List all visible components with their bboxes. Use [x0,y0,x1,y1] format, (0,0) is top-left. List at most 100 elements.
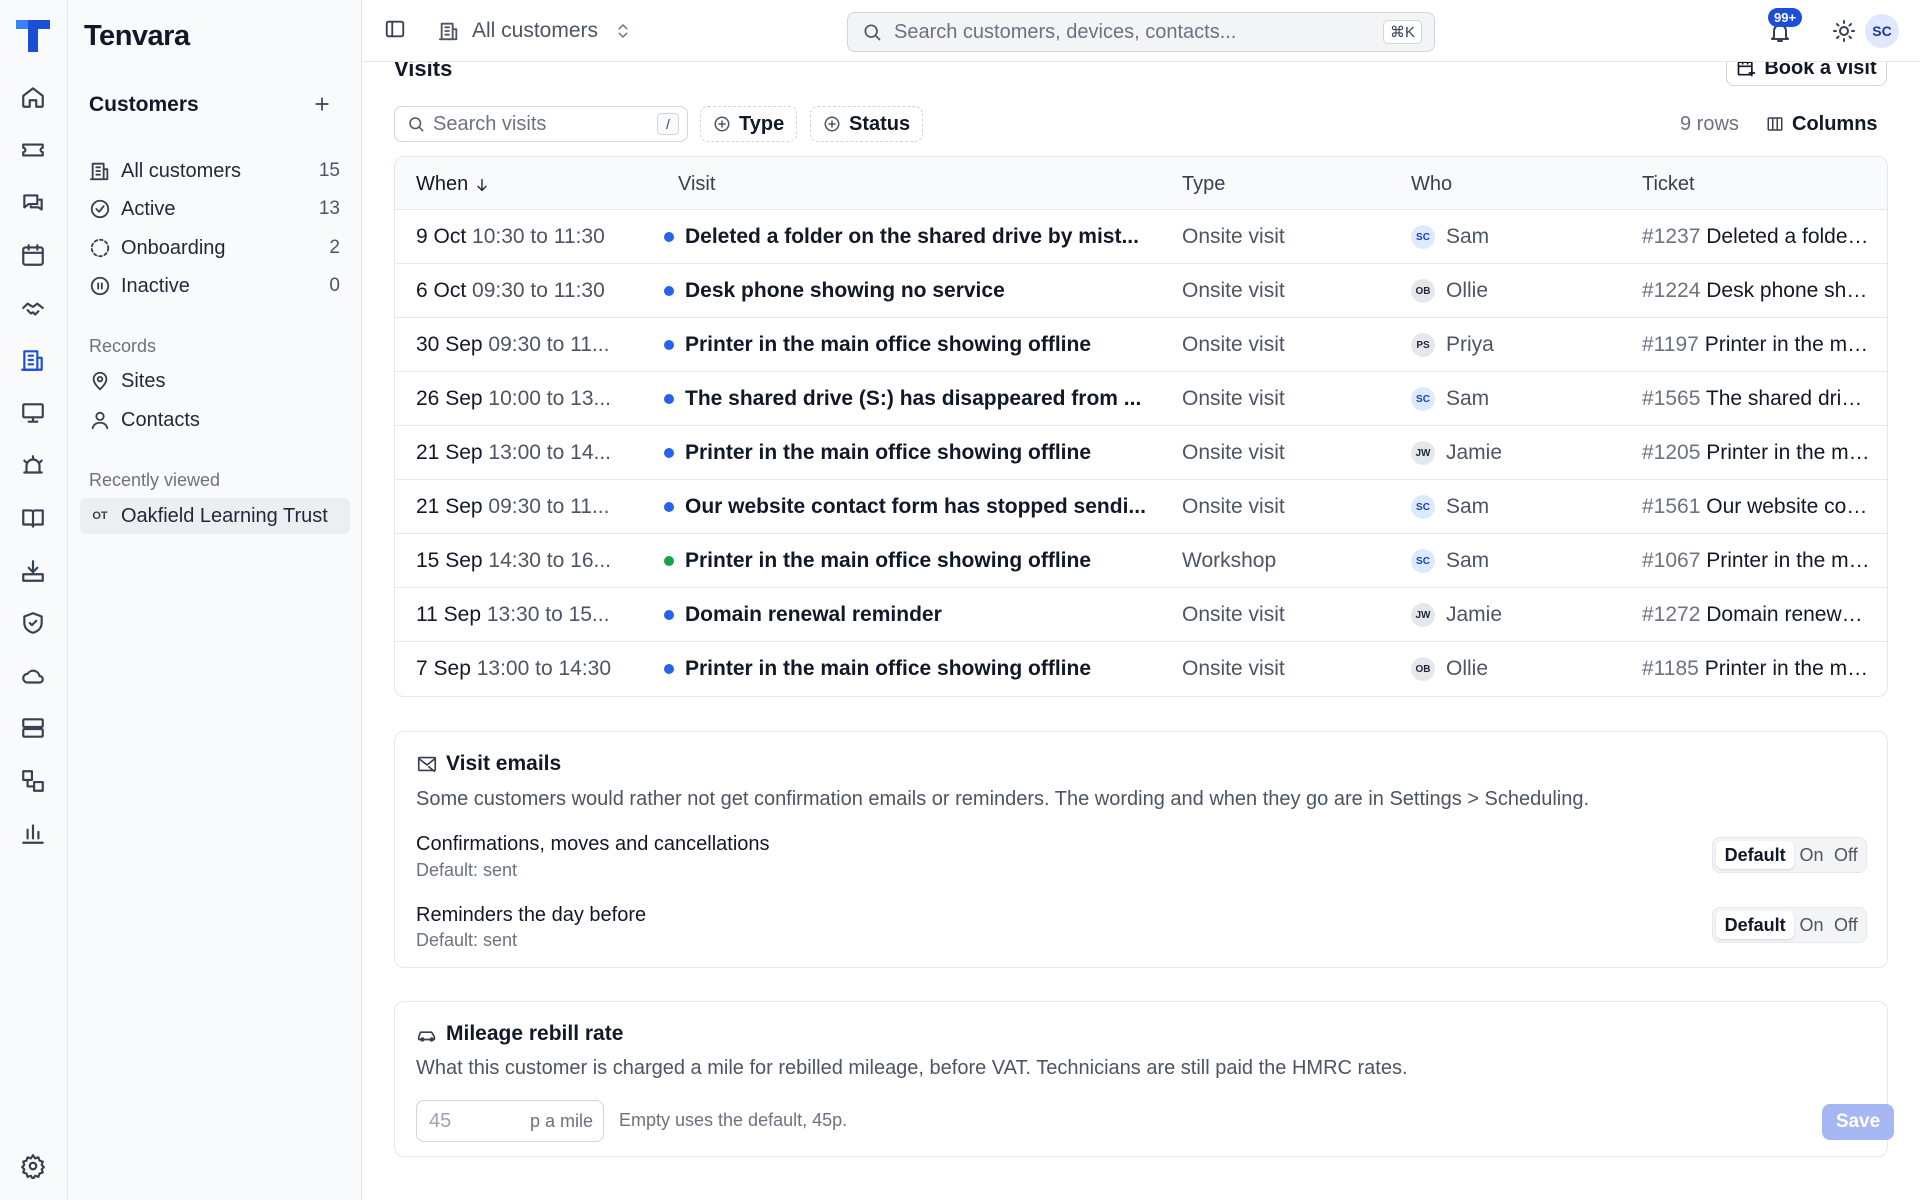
technician-avatar: PS [1411,333,1435,357]
technician-avatar: SC [1411,495,1435,519]
ticket-title: Printer in the mai... [1706,549,1872,572]
visit-date: 21 Sep [416,495,483,518]
visit-type: Onsite visit [1182,657,1285,680]
visit-emails-title: Visit emails [416,752,561,776]
visit-who: JW Jamie [1411,603,1502,627]
visit-title-cell[interactable]: Domain renewal reminder [664,603,1159,627]
column-header-visit[interactable]: Visit [678,173,715,196]
sidebar-item-inactive[interactable]: Inactive 0 [80,268,350,304]
confirmations-on-option[interactable]: On [1794,841,1828,869]
visit-date: 15 Sep [416,549,483,572]
ticket-link[interactable]: #1565 The shared drive... [1642,387,1872,411]
customer-scope-selector[interactable]: All customers [438,14,632,48]
sidebar-toggle-icon[interactable] [384,18,410,44]
table-row[interactable]: 21 Sep 13:00 to 14... Printer in the main… [395,426,1887,480]
ticket-link[interactable]: #1237 Deleted a folder ... [1642,225,1872,249]
alarm-icon[interactable] [18,451,48,481]
status-filter-chip[interactable]: Status [810,106,924,142]
bar-chart-icon[interactable] [18,818,48,848]
sidebar-item-label: Contacts [121,408,200,431]
building-icon [438,20,462,42]
user-avatar[interactable]: SC [1865,14,1899,48]
table-row[interactable]: 11 Sep 13:30 to 15... Domain renewal remi… [395,588,1887,642]
columns-button[interactable]: Columns [1766,106,1878,142]
ticket-link[interactable]: #1197 Printer in the mai... [1642,333,1872,357]
column-header-type[interactable]: Type [1182,173,1225,196]
building-icon[interactable] [18,345,48,375]
mileage-card: Mileage rebill rate What this customer i… [394,1001,1894,1157]
table-row[interactable]: 9 Oct 10:30 to 11:30 Deleted a folder on … [395,210,1887,264]
visit-time: 14:30 to 16... [488,549,612,572]
visit-when: 26 Sep 10:00 to 13... [416,387,636,411]
tenvara-logo-icon[interactable] [14,16,52,54]
sidebar-item-active[interactable]: Active 13 [80,191,350,227]
reminders-label: Reminders the day before [416,904,647,926]
mileage-rate-input[interactable]: 45 p a mile [416,1100,604,1142]
visit-title-cell[interactable]: Deleted a folder on the shared drive by … [664,225,1159,249]
type-filter-chip[interactable]: Type [700,106,798,142]
ticket-number: #1237 [1642,225,1701,248]
ticket-link[interactable]: #1185 Printer in the mai... [1642,657,1872,681]
visit-who: SC Sam [1411,387,1489,411]
reminders-default-option[interactable]: Default [1716,911,1795,939]
download-tray-icon[interactable] [18,556,48,586]
visit-title: The shared drive (S:) has disappeared fr… [685,387,1142,410]
reminders-on-option[interactable]: On [1794,911,1828,939]
workflow-icon[interactable] [18,766,48,796]
ticket-link[interactable]: #1224 Desk phone sho... [1642,279,1872,303]
reminders-off-option[interactable]: Off [1829,911,1863,939]
sidebar-item-all-customers[interactable]: All customers 15 [80,153,350,189]
server-icon[interactable] [18,713,48,743]
confirmations-default-option[interactable]: Default [1716,841,1795,869]
visits-search-input[interactable]: Search visits / [394,106,688,142]
ticket-link[interactable]: #1067 Printer in the mai... [1642,549,1872,573]
handshake-icon[interactable] [18,293,48,323]
visit-title-cell[interactable]: Printer in the main office showing offli… [664,441,1159,465]
type-filter-label: Type [739,112,785,135]
recently-viewed-heading: Recently viewed [89,470,221,490]
table-row[interactable]: 26 Sep 10:00 to 13... The shared drive (S… [395,372,1887,426]
column-header-when[interactable]: When [416,173,490,196]
recent-item-oakfield[interactable]: OT Oakfield Learning Trust [80,498,350,534]
cloud-icon[interactable] [18,661,48,691]
add-customer-plus-icon[interactable] [308,90,336,118]
table-row[interactable]: 7 Sep 13:00 to 14:30 Printer in the main … [395,642,1887,696]
home-icon[interactable] [18,82,48,112]
confirmations-off-option[interactable]: Off [1829,841,1863,869]
ticket-link[interactable]: #1205 Printer in the mai... [1642,441,1872,465]
sidebar-item-sites[interactable]: Sites [80,363,350,399]
visit-title-cell[interactable]: Printer in the main office showing offli… [664,657,1159,681]
visit-title-cell[interactable]: Desk phone showing no service [664,279,1159,303]
table-row[interactable]: 15 Sep 14:30 to 16... Printer in the main… [395,534,1887,588]
sidebar-item-contacts[interactable]: Contacts [80,402,350,438]
theme-sun-icon[interactable] [1832,19,1858,45]
confirmations-label: Confirmations, moves and cancellations [416,833,770,855]
ticket-link[interactable]: #1272 Domain renewal ... [1642,603,1872,627]
book-icon[interactable] [18,503,48,533]
visits-table: When Visit Type Who Ticket 9 Oct 10:30 t… [394,156,1888,697]
column-header-ticket[interactable]: Ticket [1642,173,1695,196]
mileage-rate-unit: p a mile [529,1110,593,1131]
technician-name: Sam [1446,387,1490,410]
ticket-icon[interactable] [18,135,48,165]
ticket-link[interactable]: #1561 Our website cont... [1642,495,1872,519]
visit-title-cell[interactable]: Printer in the main office showing offli… [664,549,1159,573]
visit-when: 6 Oct 09:30 to 11:30 [416,279,636,303]
monitor-icon[interactable] [18,398,48,428]
calendar-icon[interactable] [18,240,48,270]
visit-title-cell[interactable]: Printer in the main office showing offli… [664,333,1159,357]
save-button[interactable]: Save [1822,1104,1894,1140]
global-search-input[interactable]: Search customers, devices, contacts... ⌘… [847,12,1435,52]
column-header-who[interactable]: Who [1411,173,1452,196]
sidebar-item-count: 15 [318,160,340,181]
settings-gear-icon[interactable] [18,1151,48,1181]
visit-title-cell[interactable]: The shared drive (S:) has disappeared fr… [664,387,1159,411]
table-row[interactable]: 21 Sep 09:30 to 11... Our website contact… [395,480,1887,534]
table-row[interactable]: 30 Sep 09:30 to 11... Printer in the main… [395,318,1887,372]
visit-title-cell[interactable]: Our website contact form has stopped sen… [664,495,1159,519]
chat-icon[interactable] [18,188,48,218]
records-heading: Records [89,336,157,356]
sidebar-item-onboarding[interactable]: Onboarding 2 [80,230,350,266]
table-row[interactable]: 6 Oct 09:30 to 11:30 Desk phone showing n… [395,264,1887,318]
shield-icon[interactable] [18,608,48,638]
